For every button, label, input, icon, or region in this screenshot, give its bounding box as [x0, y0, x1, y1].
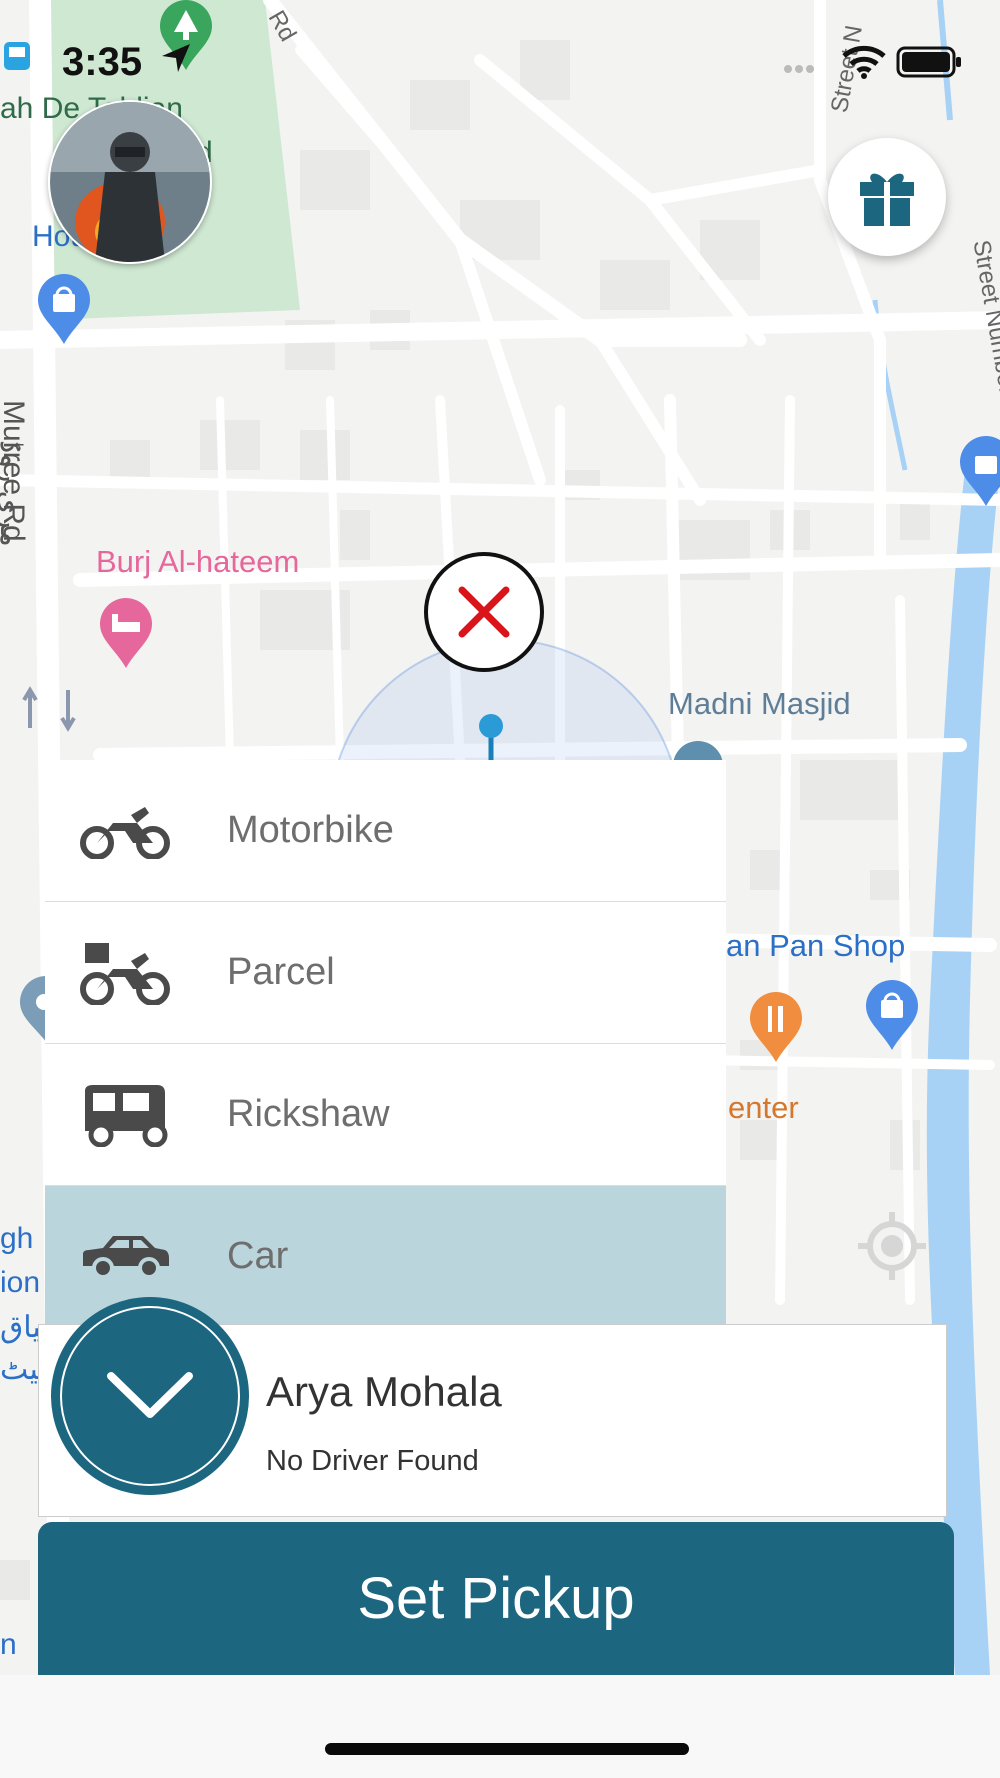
map-label-burj: Burj Al-hateem [96, 544, 300, 579]
wifi-icon [842, 45, 886, 79]
vehicle-label: Car [227, 1235, 289, 1277]
status-bar: 3:35 [0, 0, 1000, 110]
shopping-pin-icon [38, 274, 90, 344]
hotel-pin-icon [100, 598, 152, 668]
motorbike-icon [75, 801, 175, 861]
restaurant-pin-icon [750, 992, 802, 1062]
parcel-bike-icon [75, 942, 175, 1005]
shopping-pin-icon [960, 436, 1000, 506]
cancel-ride-button[interactable] [424, 552, 544, 672]
map-label-left-gh: gh [0, 1222, 34, 1255]
my-location-icon[interactable] [852, 1206, 932, 1286]
vehicle-option-parcel[interactable]: Parcel [45, 902, 726, 1044]
pickup-location-name: Arya Mohala [266, 1368, 502, 1415]
vehicle-type-list: Motorbike Parcel Rickshaw Car [45, 760, 726, 1327]
chevron-down-icon [107, 1372, 193, 1418]
close-icon [458, 586, 510, 638]
location-arrow-icon [162, 44, 190, 72]
avatar-image [50, 102, 210, 262]
shopping-pin-icon [866, 980, 918, 1050]
vehicle-label: Motorbike [227, 809, 394, 851]
map-label-left-n: n [0, 1628, 17, 1661]
map-label-center: enter [728, 1090, 799, 1125]
battery-icon [896, 46, 961, 78]
rickshaw-icon [75, 1084, 175, 1147]
car-icon [75, 1227, 175, 1287]
vehicle-label: Rickshaw [227, 1093, 390, 1135]
vehicle-option-rickshaw[interactable]: Rickshaw [45, 1044, 726, 1186]
transit-icon [4, 42, 30, 70]
collapse-vehicle-list-button[interactable] [54, 1300, 246, 1492]
home-indicator-area [0, 1675, 1000, 1778]
signal-dots-icon [784, 65, 814, 73]
map-pin-icon [20, 976, 46, 1042]
set-pickup-button[interactable]: Set Pickup [38, 1522, 954, 1675]
map-label-madni-masjid: Madni Masjid [668, 686, 851, 721]
user-avatar[interactable] [48, 100, 212, 264]
gift-button[interactable] [828, 138, 946, 256]
driver-status-text: No Driver Found [266, 1445, 479, 1477]
one-way-arrows-icon [22, 686, 76, 732]
gift-icon [860, 173, 914, 226]
map-label-pan-shop: an Pan Shop [726, 928, 906, 963]
status-time: 3:35 [62, 40, 143, 84]
map-label-murree-road: Murree Rd [0, 400, 30, 542]
map-label-left-ion: ion [0, 1266, 41, 1299]
vehicle-label: Parcel [227, 951, 335, 993]
home-indicator[interactable] [325, 1743, 689, 1755]
vehicle-option-motorbike[interactable]: Motorbike [45, 760, 726, 902]
